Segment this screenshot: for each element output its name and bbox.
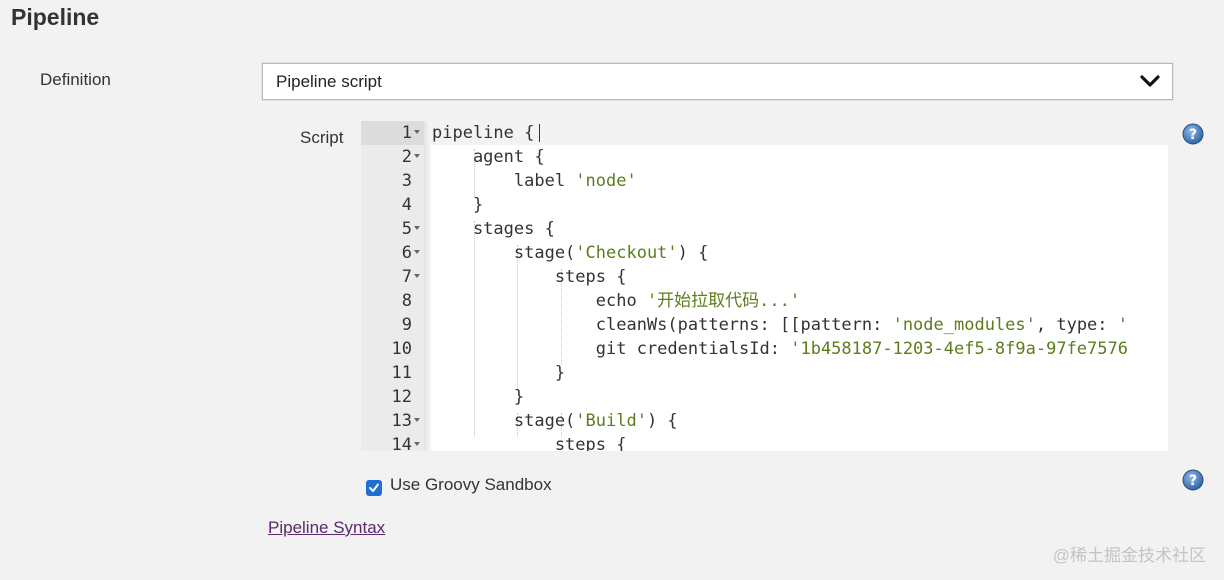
code-line: 9 cleanWs(patterns: [[pattern: 'node_mod… — [361, 313, 1168, 337]
code-text: pipeline { — [432, 123, 535, 143]
help-icon[interactable]: ? — [1182, 123, 1204, 145]
code-text: git credentialsId: '1b458187-1203-4ef5-8… — [432, 339, 1128, 359]
pipeline-syntax-link[interactable]: Pipeline Syntax — [268, 518, 385, 538]
code-line: 13 stage('Build') { — [361, 409, 1168, 433]
fold-arrow-icon[interactable] — [414, 226, 420, 230]
fold-arrow-icon[interactable] — [414, 130, 420, 134]
code-line: 2 agent { — [361, 145, 1168, 169]
watermark: @稀土掘金技术社区 — [1052, 546, 1206, 565]
code-line: 7 steps { — [361, 265, 1168, 289]
code-line: 11 } — [361, 361, 1168, 385]
line-number: 2 — [401, 147, 412, 167]
code-line: 14 steps { — [361, 433, 1168, 451]
code-text: label 'node' — [432, 171, 637, 191]
sandbox-checkbox[interactable] — [366, 480, 382, 496]
code-line: 12 } — [361, 385, 1168, 409]
chevron-down-icon — [1140, 75, 1160, 87]
svg-text:?: ? — [1189, 127, 1197, 143]
line-number: 13 — [391, 411, 412, 431]
code-text: stage('Checkout') { — [432, 243, 709, 263]
code-line: 3 label 'node' — [361, 169, 1168, 193]
line-number: 1 — [401, 123, 412, 143]
code-text: stage('Build') { — [432, 411, 678, 431]
code-line: 8 echo '开始拉取代码...' — [361, 289, 1168, 313]
line-number: 3 — [401, 171, 412, 191]
script-label: Script — [300, 128, 344, 147]
fold-arrow-icon[interactable] — [414, 274, 420, 278]
line-number: 11 — [391, 363, 412, 383]
script-editor[interactable]: 1 pipeline {2 agent {3 label 'node' 4 } 5 s… — [361, 121, 1168, 451]
code-text: stages { — [432, 219, 555, 239]
code-text: } — [432, 363, 566, 383]
code-text: echo '开始拉取代码...' — [432, 291, 801, 311]
line-number: 7 — [401, 267, 412, 287]
sandbox-label[interactable]: Use Groovy Sandbox — [390, 475, 552, 495]
section-title: Pipeline — [11, 4, 100, 30]
fold-arrow-icon[interactable] — [414, 250, 420, 254]
code-text: cleanWs(patterns: [[pattern: 'node_modul… — [432, 315, 1129, 335]
code-line: 5 stages { — [361, 217, 1168, 241]
line-number: 14 — [391, 435, 412, 451]
code-text: steps { — [432, 435, 627, 451]
line-number: 9 — [401, 315, 412, 335]
code-text: agent { — [432, 147, 545, 167]
code-line: 4 } — [361, 193, 1168, 217]
code-text: } — [432, 387, 525, 407]
code-text: steps { — [432, 267, 627, 287]
code-line: 10 git credentialsId: '1b458187-1203-4ef… — [361, 337, 1168, 361]
definition-select[interactable]: Pipeline script — [262, 63, 1173, 100]
line-number: 6 — [401, 243, 412, 263]
check-icon — [369, 483, 379, 492]
code-line: 1 pipeline { — [361, 121, 1168, 145]
help-icon[interactable]: ? — [1182, 469, 1204, 491]
fold-arrow-icon[interactable] — [414, 154, 420, 158]
svg-text:?: ? — [1189, 473, 1197, 489]
fold-arrow-icon[interactable] — [414, 418, 420, 422]
line-number: 10 — [391, 339, 412, 359]
definition-label: Definition — [40, 70, 111, 89]
line-number: 12 — [391, 387, 412, 407]
line-number: 5 — [401, 219, 412, 239]
code-line: 6 stage('Checkout') { — [361, 241, 1168, 265]
fold-arrow-icon[interactable] — [414, 442, 420, 446]
code-text: } — [432, 195, 484, 215]
definition-select-value: Pipeline script — [276, 72, 382, 91]
line-number: 8 — [401, 291, 412, 311]
line-number: 4 — [401, 195, 412, 215]
text-cursor — [539, 124, 540, 142]
